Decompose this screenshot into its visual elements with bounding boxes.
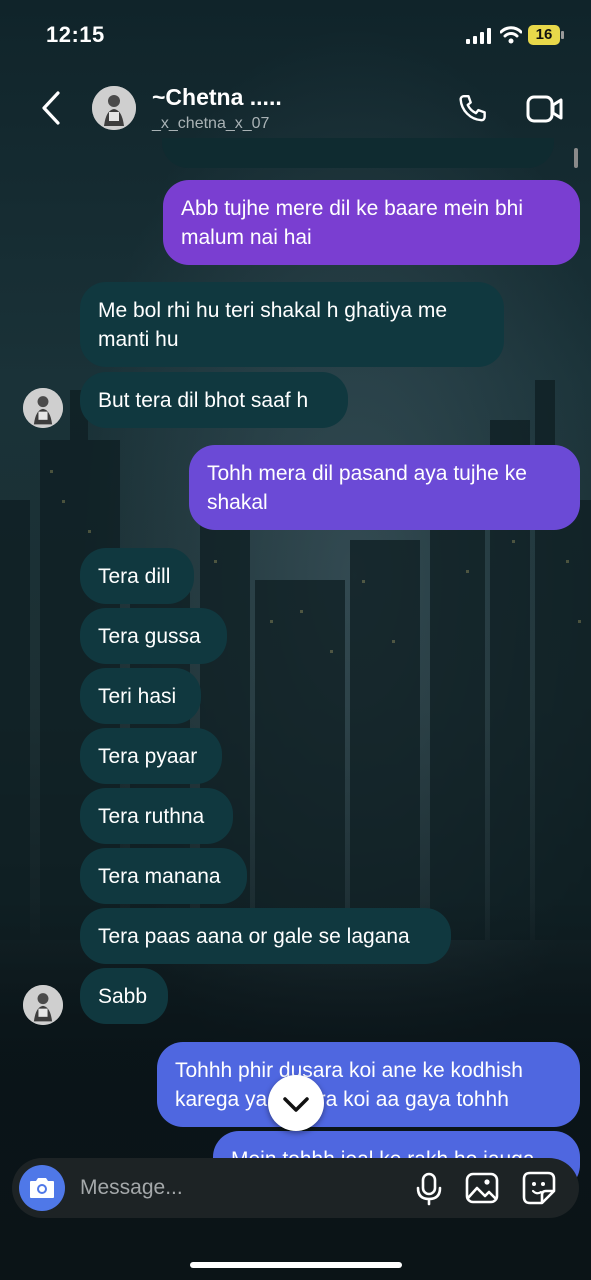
- message-input[interactable]: Message...: [80, 1176, 183, 1200]
- message-text: Tera gussa: [98, 625, 201, 648]
- message-text: Tera paas aana or gale se lagana: [98, 925, 410, 948]
- camera-icon: [30, 1178, 54, 1198]
- message-text: But tera dil bhot saaf h: [98, 389, 309, 412]
- message-text: Me bol rhi hu teri shakal h ghatiya me m…: [98, 299, 448, 351]
- home-indicator[interactable]: [190, 1262, 402, 1268]
- sticker-icon[interactable]: [522, 1171, 556, 1205]
- sender-avatar[interactable]: [23, 985, 63, 1025]
- cellular-signal-icon: [466, 28, 491, 44]
- message-outgoing[interactable]: Abb tujhe mere dil ke baare mein bhi mal…: [163, 180, 580, 265]
- camera-button[interactable]: [19, 1165, 65, 1211]
- message-incoming[interactable]: Sabb: [80, 968, 168, 1024]
- message-outgoing[interactable]: Tohhh phir dusara koi ane ke kodhish kar…: [157, 1042, 580, 1127]
- video-camera-icon[interactable]: [526, 92, 564, 126]
- message-text: Tera dill: [98, 565, 171, 588]
- message-text: Sabb: [98, 985, 148, 1008]
- battery-icon: 16: [528, 25, 564, 45]
- wifi-icon: [500, 26, 522, 44]
- scroll-to-bottom-button[interactable]: [268, 1075, 324, 1131]
- message-text: Abb tujhe mere dil ke baare mein bhi mal…: [181, 197, 524, 249]
- chevron-down-icon: [283, 1097, 309, 1112]
- microphone-icon[interactable]: [415, 1172, 443, 1206]
- chat-header: ~Chetna ..... _x_chetna_x_07: [0, 70, 591, 150]
- scrollbar[interactable]: [574, 148, 578, 168]
- person-silhouette-icon: [23, 388, 63, 428]
- message-composer: Message...: [12, 1158, 579, 1218]
- message-text: Teri hasi: [98, 685, 177, 708]
- message-incoming[interactable]: Tera manana: [80, 848, 247, 904]
- person-silhouette-icon: [23, 985, 63, 1025]
- message-incoming[interactable]: Tera gussa: [80, 608, 227, 664]
- message-incoming[interactable]: Me bol rhi hu teri shakal h ghatiya me m…: [80, 282, 504, 367]
- image-icon[interactable]: [465, 1172, 499, 1204]
- message-incoming[interactable]: Tera pyaar: [80, 728, 222, 784]
- phone-icon[interactable]: [456, 92, 492, 128]
- message-text: Tohhh phir dusara koi ane ke kodhish kar…: [175, 1059, 523, 1111]
- message-incoming[interactable]: But tera dil bhot saaf h: [80, 372, 348, 428]
- message-text: Tera manana: [98, 865, 221, 888]
- contact-avatar[interactable]: [92, 86, 136, 130]
- battery-level: 16: [535, 26, 553, 43]
- contact-name[interactable]: ~Chetna .....: [152, 84, 282, 111]
- status-time: 12:15: [46, 22, 105, 47]
- status-bar: 12:15 16: [0, 0, 591, 70]
- message-incoming[interactable]: Tera ruthna: [80, 788, 233, 844]
- message-text: Tohh mera dil pasand aya tujhe ke shakal: [207, 462, 527, 514]
- chevron-left-icon[interactable]: [38, 90, 64, 126]
- message-text: Tera ruthna: [98, 805, 205, 828]
- person-silhouette-icon: [92, 86, 136, 130]
- message-incoming[interactable]: Tera paas aana or gale se lagana: [80, 908, 451, 964]
- message-outgoing[interactable]: Tohh mera dil pasand aya tujhe ke shakal: [189, 445, 580, 530]
- sender-avatar[interactable]: [23, 388, 63, 428]
- message-incoming[interactable]: Tera dill: [80, 548, 194, 604]
- message-incoming[interactable]: Teri hasi: [80, 668, 201, 724]
- contact-username[interactable]: _x_chetna_x_07: [152, 115, 269, 133]
- message-text: Tera pyaar: [98, 745, 198, 768]
